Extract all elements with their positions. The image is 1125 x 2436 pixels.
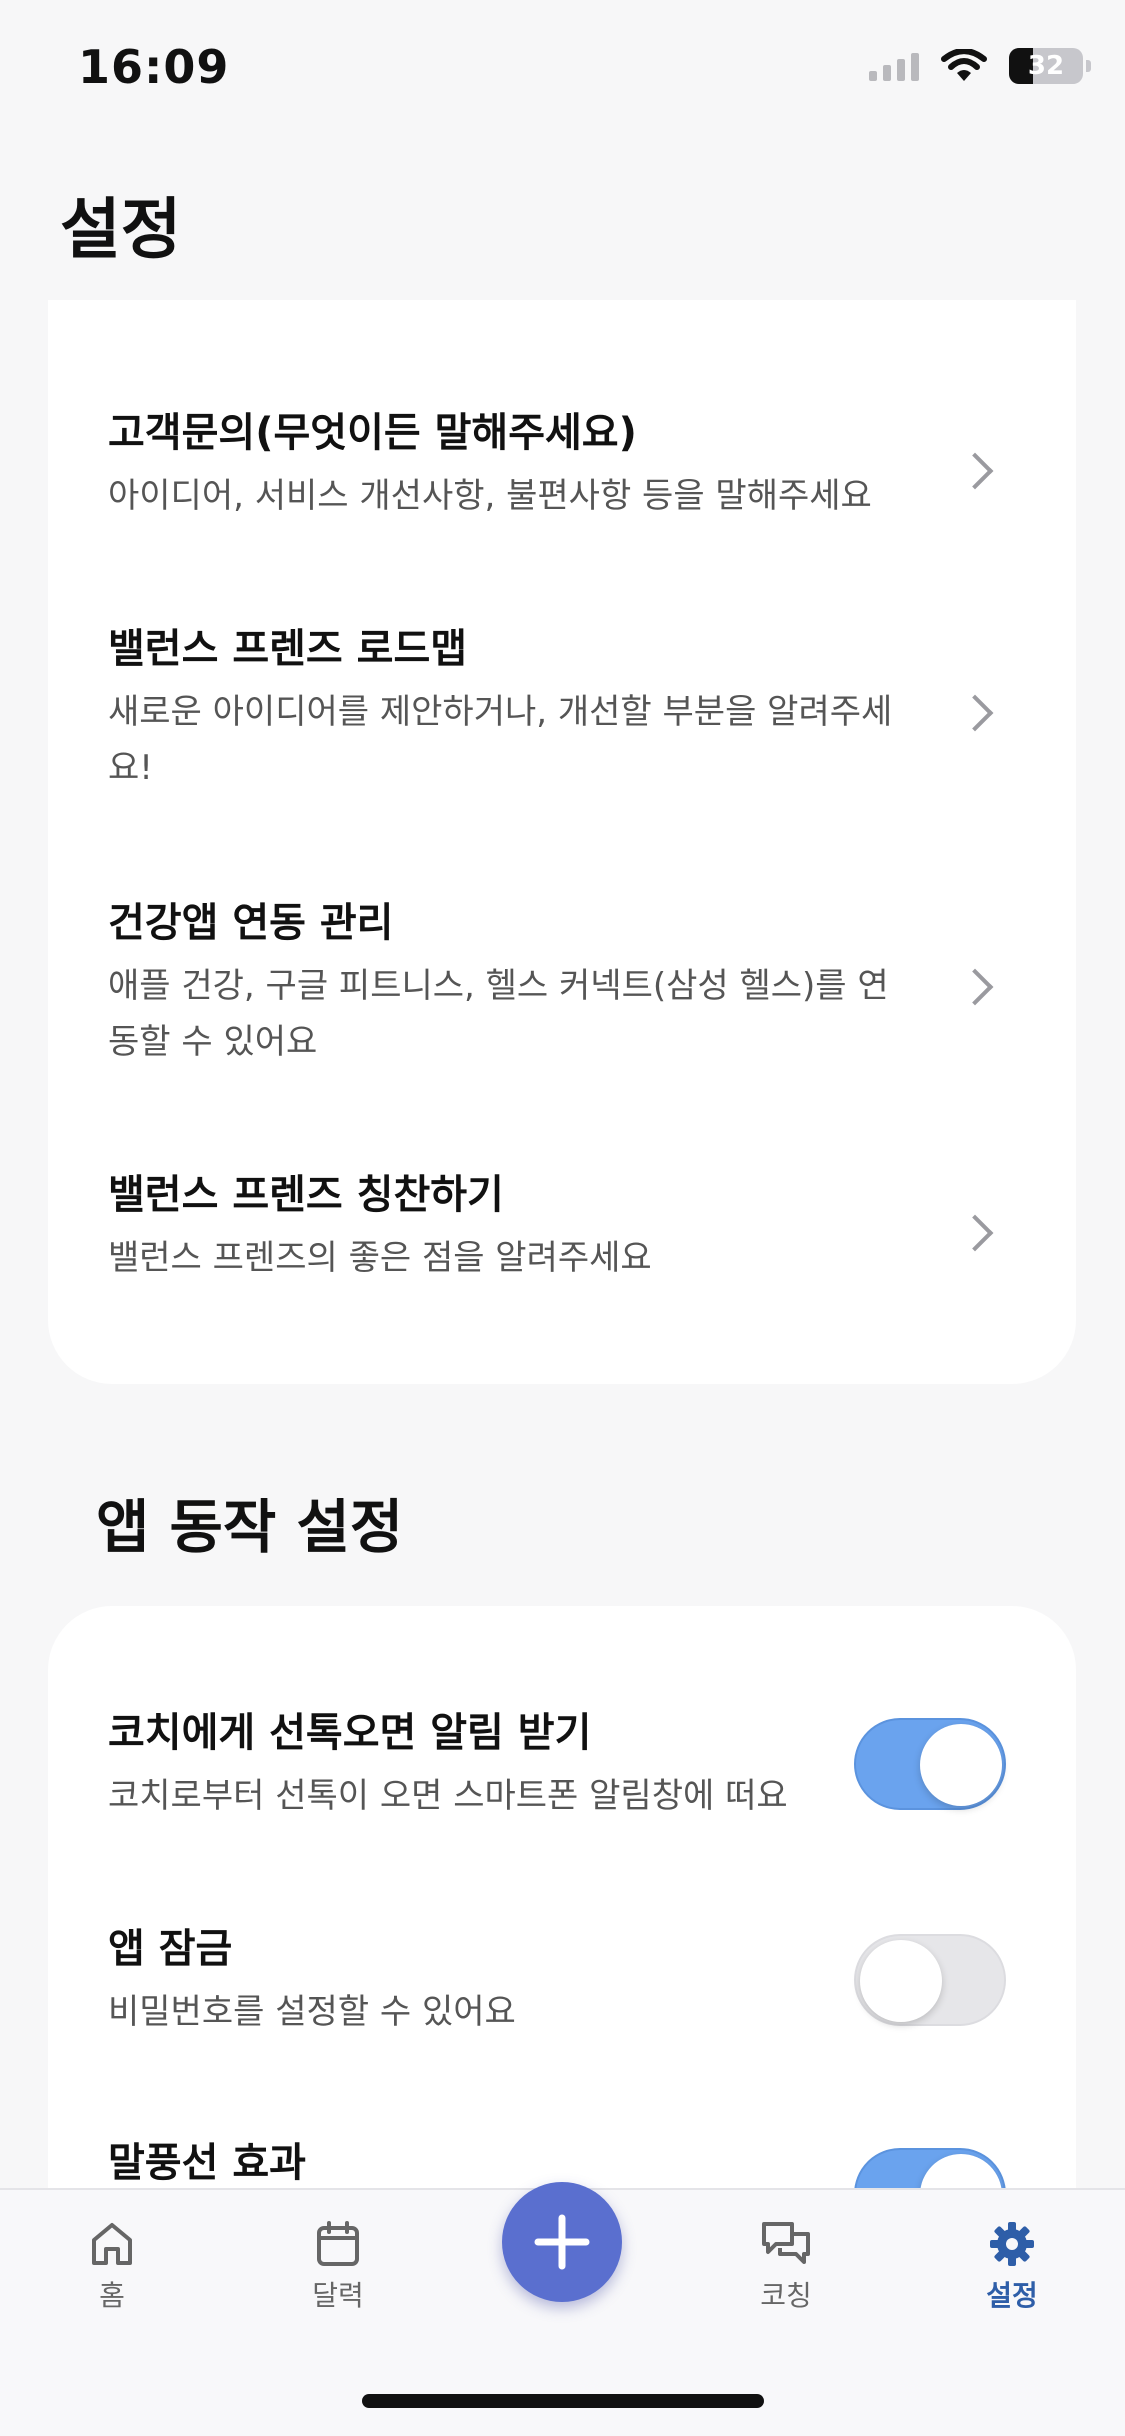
status-bar: 16:09 32 [0, 0, 1125, 140]
gear-icon [990, 2222, 1034, 2266]
tab-label: 달력 [312, 2279, 364, 2312]
battery-icon: 32 [1009, 48, 1091, 84]
menu-item-desc: 아이디어, 서비스 개선사항, 불편사항 등을 말해주세요 [108, 476, 872, 516]
menu-item-desc: 애플 건강, 구글 피트니스, 헬스 커넥트(삼성 헬스)를 연동할 수 있어요 [108, 966, 889, 1062]
app-lock-toggle[interactable] [854, 1934, 1006, 2026]
setting-row-app-lock: 앱 잠금 비밀번호를 설정할 수 있어요 [108, 1916, 1016, 2040]
tab-home[interactable]: 홈 [52, 2218, 172, 2314]
menu-item-title: 고객문의(무엇이든 말해주세요) [108, 410, 637, 456]
toggle-knob [860, 1940, 942, 2022]
chevron-right-icon [956, 452, 994, 490]
page-title: 설정 [60, 191, 182, 268]
menu-item-title: 밸런스 프렌즈 칭찬하기 [108, 1172, 504, 1218]
setting-row-bubble-effect: 말풍선 효과 [108, 2130, 1016, 2240]
chat-icon [762, 2222, 810, 2264]
menu-item-title: 건강앱 연동 관리 [108, 900, 394, 946]
support-card: 고객문의(무엇이든 말해주세요) 아이디어, 서비스 개선사항, 불편사항 등을… [48, 300, 1076, 1384]
coach-notify-toggle[interactable] [854, 1718, 1006, 1810]
add-button[interactable] [502, 2182, 622, 2302]
plus-icon [534, 2214, 590, 2270]
chevron-right-icon [956, 968, 994, 1006]
tab-label: 설정 [986, 2279, 1038, 2312]
menu-item-praise[interactable]: 밸런스 프렌즈 칭찬하기 밸런스 프렌즈의 좋은 점을 알려주세요 [108, 1162, 1016, 1286]
tab-label: 홈 [99, 2279, 125, 2312]
home-indicator [362, 2394, 764, 2408]
menu-item-health-app[interactable]: 건강앱 연동 관리 애플 건강, 구글 피트니스, 헬스 커넥트(삼성 헬스)를… [108, 890, 1016, 1070]
menu-item-roadmap[interactable]: 밸런스 프렌즈 로드맵 새로운 아이디어를 제안하거나, 개선할 부분을 알려주… [108, 616, 1016, 796]
home-icon [92, 2223, 132, 2265]
toggle-knob [920, 1724, 1002, 1806]
menu-item-title: 밸런스 프렌즈 로드맵 [108, 626, 468, 672]
chevron-right-icon [956, 694, 994, 732]
status-time: 16:09 [78, 40, 230, 94]
menu-item-customer-inquiry[interactable]: 고객문의(무엇이든 말해주세요) 아이디어, 서비스 개선사항, 불편사항 등을… [108, 400, 1016, 524]
tab-coaching[interactable]: 코칭 [726, 2218, 846, 2314]
signal-icon [869, 51, 919, 81]
wifi-icon [941, 49, 987, 81]
menu-item-desc: 밸런스 프렌즈의 좋은 점을 알려주세요 [108, 1238, 652, 1278]
tab-label: 코칭 [760, 2279, 812, 2312]
status-icons: 32 [869, 48, 1091, 84]
tab-calendar[interactable]: 달력 [278, 2218, 398, 2314]
section-title-app-settings: 앱 동작 설정 [96, 1493, 404, 1561]
tab-settings[interactable]: 설정 [952, 2218, 1072, 2314]
battery-level: 32 [1027, 51, 1065, 81]
calendar-icon [317, 2221, 359, 2266]
menu-item-desc: 새로운 아이디어를 제안하거나, 개선할 부분을 알려주세요! [108, 692, 893, 788]
setting-desc: 비밀번호를 설정할 수 있어요 [108, 1992, 516, 2032]
setting-desc: 코치로부터 선톡이 오면 스마트폰 알림창에 떠요 [108, 1776, 788, 1816]
chevron-right-icon [956, 1214, 994, 1252]
setting-row-coach-notify: 코치에게 선톡오면 알림 받기 코치로부터 선톡이 오면 스마트폰 알림창에 떠… [108, 1700, 1016, 1824]
